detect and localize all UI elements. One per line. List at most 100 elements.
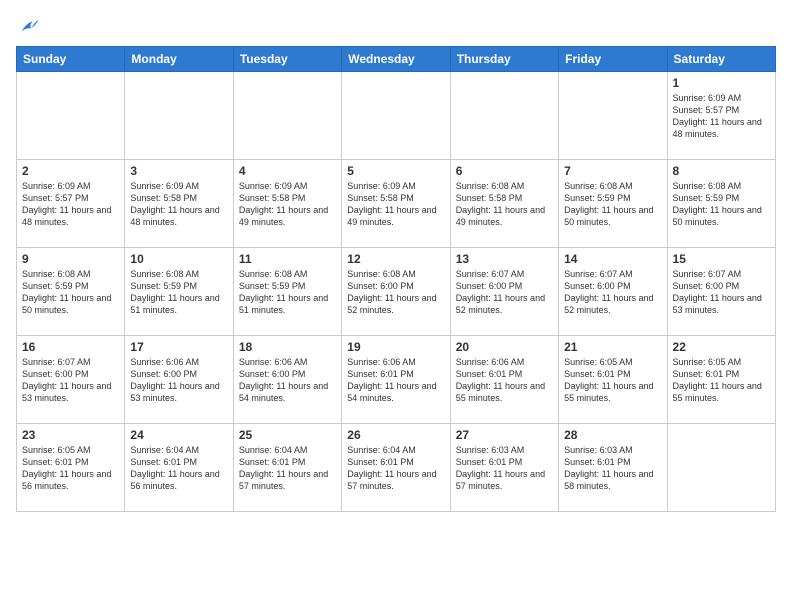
day-info: Sunrise: 6:08 AM Sunset: 5:59 PM Dayligh…	[22, 268, 119, 317]
day-number: 18	[239, 340, 336, 354]
day-info: Sunrise: 6:08 AM Sunset: 5:58 PM Dayligh…	[456, 180, 553, 229]
day-info: Sunrise: 6:03 AM Sunset: 6:01 PM Dayligh…	[456, 444, 553, 493]
logo	[16, 16, 40, 38]
calendar-day-cell: 4Sunrise: 6:09 AM Sunset: 5:58 PM Daylig…	[233, 160, 341, 248]
day-number: 2	[22, 164, 119, 178]
calendar-day-cell: 14 Sunrise: 6:07 AM Sunset: 6:00 PM Dayli…	[559, 248, 667, 336]
logo-bird-icon	[18, 16, 40, 38]
day-number: 1	[673, 76, 770, 90]
calendar-day-cell: 6 Sunrise: 6:08 AM Sunset: 5:58 PM Daylig…	[450, 160, 558, 248]
calendar-day-cell: 13 Sunrise: 6:07 AM Sunset: 6:00 PM Dayli…	[450, 248, 558, 336]
calendar-day-cell: 2 Sunrise: 6:09 AM Sunset: 5:57 PM Daylig…	[17, 160, 125, 248]
calendar-day-cell: 12 Sunrise: 6:08 AM Sunset: 6:00 PM Dayli…	[342, 248, 450, 336]
calendar-day-cell	[17, 72, 125, 160]
day-info: Sunrise: 6:07 AM Sunset: 6:00 PM Dayligh…	[564, 268, 661, 317]
day-info: Sunrise: 6:08 AM Sunset: 5:59 PM Dayligh…	[673, 180, 770, 229]
day-number: 25	[239, 428, 336, 442]
day-info: Sunrise: 6:08 AM Sunset: 5:59 PM Dayligh…	[239, 268, 336, 317]
weekday-header: Friday	[559, 47, 667, 72]
calendar-day-cell: 20 Sunrise: 6:06 AM Sunset: 6:01 PM Dayli…	[450, 336, 558, 424]
day-info: Sunrise: 6:06 AM Sunset: 6:00 PM Dayligh…	[239, 356, 336, 405]
calendar-header-row: SundayMondayTuesdayWednesdayThursdayFrid…	[17, 47, 776, 72]
day-info: Sunrise: 6:09 AM Sunset: 5:58 PM Dayligh…	[239, 180, 336, 229]
calendar-day-cell	[450, 72, 558, 160]
day-info: Sunrise: 6:08 AM Sunset: 5:59 PM Dayligh…	[130, 268, 227, 317]
calendar-day-cell: 5 Sunrise: 6:09 AM Sunset: 5:58 PM Daylig…	[342, 160, 450, 248]
calendar-day-cell: 7 Sunrise: 6:08 AM Sunset: 5:59 PM Daylig…	[559, 160, 667, 248]
calendar-day-cell: 23 Sunrise: 6:05 AM Sunset: 6:01 PM Dayli…	[17, 424, 125, 512]
day-number: 26	[347, 428, 444, 442]
calendar-week-row: 16Sunrise: 6:07 AM Sunset: 6:00 PM Dayli…	[17, 336, 776, 424]
calendar-week-row: 1 Sunrise: 6:09 AM Sunset: 5:57 PM Daylig…	[17, 72, 776, 160]
day-number: 21	[564, 340, 661, 354]
day-number: 6	[456, 164, 553, 178]
calendar-week-row: 23 Sunrise: 6:05 AM Sunset: 6:01 PM Dayli…	[17, 424, 776, 512]
day-info: Sunrise: 6:06 AM Sunset: 6:01 PM Dayligh…	[347, 356, 444, 405]
calendar-day-cell	[125, 72, 233, 160]
page-header	[16, 16, 776, 38]
day-info: Sunrise: 6:09 AM Sunset: 5:58 PM Dayligh…	[347, 180, 444, 229]
day-info: Sunrise: 6:04 AM Sunset: 6:01 PM Dayligh…	[347, 444, 444, 493]
day-number: 16	[22, 340, 119, 354]
day-info: Sunrise: 6:07 AM Sunset: 6:00 PM Dayligh…	[456, 268, 553, 317]
calendar-day-cell	[233, 72, 341, 160]
day-number: 20	[456, 340, 553, 354]
day-info: Sunrise: 6:04 AM Sunset: 6:01 PM Dayligh…	[239, 444, 336, 493]
day-number: 3	[130, 164, 227, 178]
weekday-header: Tuesday	[233, 47, 341, 72]
calendar-day-cell	[342, 72, 450, 160]
day-number: 13	[456, 252, 553, 266]
day-info: Sunrise: 6:06 AM Sunset: 6:01 PM Dayligh…	[456, 356, 553, 405]
calendar-day-cell: 28 Sunrise: 6:03 AM Sunset: 6:01 PM Dayli…	[559, 424, 667, 512]
weekday-header: Sunday	[17, 47, 125, 72]
calendar-table: SundayMondayTuesdayWednesdayThursdayFrid…	[16, 46, 776, 512]
day-number: 15	[673, 252, 770, 266]
calendar-day-cell: 8 Sunrise: 6:08 AM Sunset: 5:59 PM Daylig…	[667, 160, 775, 248]
day-info: Sunrise: 6:06 AM Sunset: 6:00 PM Dayligh…	[130, 356, 227, 405]
day-number: 11	[239, 252, 336, 266]
calendar-day-cell: 25 Sunrise: 6:04 AM Sunset: 6:01 PM Dayli…	[233, 424, 341, 512]
day-number: 22	[673, 340, 770, 354]
day-info: Sunrise: 6:09 AM Sunset: 5:57 PM Dayligh…	[673, 92, 770, 141]
calendar-day-cell: 27 Sunrise: 6:03 AM Sunset: 6:01 PM Dayli…	[450, 424, 558, 512]
day-info: Sunrise: 6:05 AM Sunset: 6:01 PM Dayligh…	[22, 444, 119, 493]
day-info: Sunrise: 6:03 AM Sunset: 6:01 PM Dayligh…	[564, 444, 661, 493]
calendar-day-cell: 3Sunrise: 6:09 AM Sunset: 5:58 PM Daylig…	[125, 160, 233, 248]
calendar-day-cell: 21 Sunrise: 6:05 AM Sunset: 6:01 PM Dayli…	[559, 336, 667, 424]
calendar-day-cell: 1 Sunrise: 6:09 AM Sunset: 5:57 PM Daylig…	[667, 72, 775, 160]
calendar-day-cell	[667, 424, 775, 512]
calendar-day-cell: 22 Sunrise: 6:05 AM Sunset: 6:01 PM Dayli…	[667, 336, 775, 424]
weekday-header: Thursday	[450, 47, 558, 72]
day-number: 14	[564, 252, 661, 266]
calendar-day-cell: 9 Sunrise: 6:08 AM Sunset: 5:59 PM Daylig…	[17, 248, 125, 336]
day-number: 12	[347, 252, 444, 266]
day-info: Sunrise: 6:04 AM Sunset: 6:01 PM Dayligh…	[130, 444, 227, 493]
day-number: 9	[22, 252, 119, 266]
calendar-day-cell: 24 Sunrise: 6:04 AM Sunset: 6:01 PM Dayli…	[125, 424, 233, 512]
calendar-week-row: 9 Sunrise: 6:08 AM Sunset: 5:59 PM Daylig…	[17, 248, 776, 336]
day-number: 7	[564, 164, 661, 178]
weekday-header: Saturday	[667, 47, 775, 72]
calendar-day-cell: 16Sunrise: 6:07 AM Sunset: 6:00 PM Dayli…	[17, 336, 125, 424]
day-number: 5	[347, 164, 444, 178]
day-number: 8	[673, 164, 770, 178]
day-info: Sunrise: 6:09 AM Sunset: 5:57 PM Dayligh…	[22, 180, 119, 229]
day-number: 27	[456, 428, 553, 442]
day-info: Sunrise: 6:07 AM Sunset: 6:00 PM Dayligh…	[673, 268, 770, 317]
day-number: 28	[564, 428, 661, 442]
day-number: 24	[130, 428, 227, 442]
weekday-header: Wednesday	[342, 47, 450, 72]
day-info: Sunrise: 6:08 AM Sunset: 5:59 PM Dayligh…	[564, 180, 661, 229]
calendar-day-cell: 26 Sunrise: 6:04 AM Sunset: 6:01 PM Dayli…	[342, 424, 450, 512]
day-number: 17	[130, 340, 227, 354]
day-info: Sunrise: 6:05 AM Sunset: 6:01 PM Dayligh…	[564, 356, 661, 405]
calendar-week-row: 2 Sunrise: 6:09 AM Sunset: 5:57 PM Daylig…	[17, 160, 776, 248]
day-number: 23	[22, 428, 119, 442]
calendar-day-cell: 17 Sunrise: 6:06 AM Sunset: 6:00 PM Dayli…	[125, 336, 233, 424]
day-number: 19	[347, 340, 444, 354]
calendar-day-cell: 18 Sunrise: 6:06 AM Sunset: 6:00 PM Dayli…	[233, 336, 341, 424]
calendar-day-cell: 11 Sunrise: 6:08 AM Sunset: 5:59 PM Dayli…	[233, 248, 341, 336]
day-info: Sunrise: 6:05 AM Sunset: 6:01 PM Dayligh…	[673, 356, 770, 405]
day-info: Sunrise: 6:08 AM Sunset: 6:00 PM Dayligh…	[347, 268, 444, 317]
calendar-day-cell	[559, 72, 667, 160]
